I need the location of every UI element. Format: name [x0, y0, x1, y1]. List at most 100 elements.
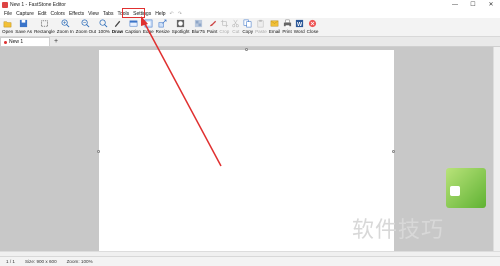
- crop-icon: [220, 19, 228, 28]
- caption-icon: [129, 20, 137, 27]
- image-canvas[interactable]: [97, 48, 395, 256]
- draw-label: Draw: [111, 29, 124, 34]
- open-button[interactable]: Open: [2, 18, 13, 34]
- paint-icon: [209, 20, 216, 27]
- settings-highlight-box: [122, 8, 145, 18]
- paste-icon: [257, 19, 264, 28]
- blur-icon: [194, 19, 202, 28]
- zoom-fit-icon: [100, 19, 108, 28]
- folder-icon: [3, 21, 12, 28]
- blur-button[interactable]: Blur75: [192, 18, 205, 34]
- close-label: Close: [306, 29, 319, 34]
- title-bar: New 1 - FastStone Editor — ☐ ✕: [0, 0, 500, 9]
- menu-tabs[interactable]: Tabs: [101, 11, 116, 17]
- app-icon: [2, 1, 8, 8]
- draw-icon: [114, 20, 121, 28]
- vertical-scrollbar[interactable]: [493, 47, 500, 251]
- image-size: Size: 900 x 600: [24, 259, 57, 264]
- tab-bar: New 1 +: [0, 37, 500, 47]
- word-button[interactable]: W Word: [294, 18, 305, 34]
- zoom-out-label: Zoom Out: [75, 29, 97, 34]
- edge-button[interactable]: Edge: [143, 18, 154, 34]
- edge-icon: [144, 19, 153, 28]
- maximize-button[interactable]: ☐: [464, 0, 482, 9]
- copy-icon: [243, 19, 252, 28]
- resize-icon: [158, 19, 167, 28]
- status-bar: 1 / 1 Size: 900 x 600 Zoom: 100%: [0, 256, 500, 266]
- zoom-100-label: 100%: [98, 29, 110, 34]
- zoom-100-button[interactable]: 100%: [98, 18, 110, 34]
- caption-button[interactable]: Caption: [125, 18, 141, 34]
- edge-label: Edge: [142, 29, 154, 34]
- cut-icon: [232, 19, 240, 28]
- save-icon: [20, 19, 28, 28]
- close-button[interactable]: Close: [306, 18, 319, 34]
- draw-button[interactable]: Draw: [112, 18, 123, 34]
- page-indicator: 1 / 1: [6, 259, 15, 264]
- word-icon: W: [295, 19, 303, 28]
- menu-bar: File Capture Edit Colors Effects View Ta…: [0, 9, 500, 18]
- paste-label: Paste: [255, 29, 267, 34]
- menu-effects[interactable]: Effects: [67, 11, 86, 17]
- menu-help[interactable]: Help: [153, 11, 167, 17]
- logo-mark: [450, 186, 460, 196]
- print-icon: [283, 19, 291, 28]
- crop-button[interactable]: Crop: [219, 18, 229, 34]
- rectangle-icon: [40, 20, 48, 27]
- resize-handle-right[interactable]: [392, 150, 395, 153]
- cut-button[interactable]: Cut: [231, 18, 240, 34]
- crop-label: Crop: [219, 29, 230, 34]
- email-icon: [270, 20, 279, 27]
- print-button[interactable]: Print: [282, 18, 292, 34]
- spotlight-icon: [177, 19, 185, 28]
- redo-icon[interactable]: ↷: [176, 11, 184, 17]
- tab-label: New 1: [9, 39, 24, 45]
- rectangle-label: Rectangle: [34, 29, 55, 34]
- copy-label: Copy: [242, 29, 254, 34]
- watermark-logo: [446, 168, 486, 208]
- tab-new-1[interactable]: New 1: [0, 37, 50, 46]
- save-as-button[interactable]: Save As: [15, 18, 32, 34]
- resize-handle-top[interactable]: [245, 48, 248, 51]
- menu-file[interactable]: File: [2, 11, 14, 17]
- menu-view[interactable]: View: [86, 11, 101, 17]
- resize-handle-left[interactable]: [97, 150, 100, 153]
- tab-modified-icon: [4, 40, 7, 44]
- close-window-button[interactable]: ✕: [482, 0, 500, 9]
- spotlight-label: Spotlight: [171, 29, 190, 34]
- rectangle-button[interactable]: Rectangle: [34, 18, 55, 34]
- resize-button[interactable]: Resize: [156, 18, 170, 34]
- zoom-out-icon: [81, 19, 90, 28]
- zoom-in-button[interactable]: Zoom In: [57, 18, 74, 34]
- zoom-level: Zoom: 100%: [66, 259, 93, 264]
- word-label: Word: [293, 29, 305, 34]
- watermark-text: 软件技巧: [352, 218, 445, 243]
- email-button[interactable]: Email: [268, 18, 281, 34]
- minimize-button[interactable]: —: [446, 0, 464, 9]
- paint-button[interactable]: Paint: [207, 18, 217, 34]
- undo-icon[interactable]: ↶: [168, 11, 176, 17]
- open-label: Open: [2, 29, 14, 34]
- window-controls: — ☐ ✕: [446, 0, 500, 9]
- paint-label: Paint: [206, 29, 218, 34]
- spotlight-button[interactable]: Spotlight: [172, 18, 190, 34]
- print-label: Print: [282, 29, 292, 34]
- menu-capture[interactable]: Capture: [14, 11, 36, 17]
- zoom-out-button[interactable]: Zoom Out: [76, 18, 96, 34]
- window-title: New 1 - FastStone Editor: [10, 1, 66, 8]
- close-icon: [308, 19, 317, 28]
- email-label: Email: [268, 29, 281, 34]
- paste-button[interactable]: Paste: [255, 18, 267, 34]
- cut-label: Cut: [232, 29, 240, 34]
- add-tab-button[interactable]: +: [52, 38, 60, 46]
- save-as-label: Save As: [15, 29, 33, 34]
- caption-label: Caption: [125, 29, 141, 34]
- toolbar: Open Save As Rectangle Zoom In Zoom Out …: [0, 18, 500, 37]
- copy-button[interactable]: Copy: [242, 18, 253, 34]
- zoom-in-label: Zoom In: [56, 29, 74, 34]
- resize-label: Resize: [155, 29, 170, 34]
- blur-label: Blur75: [191, 29, 205, 34]
- zoom-in-icon: [61, 19, 70, 28]
- menu-colors[interactable]: Colors: [48, 11, 66, 17]
- menu-edit[interactable]: Edit: [36, 11, 49, 17]
